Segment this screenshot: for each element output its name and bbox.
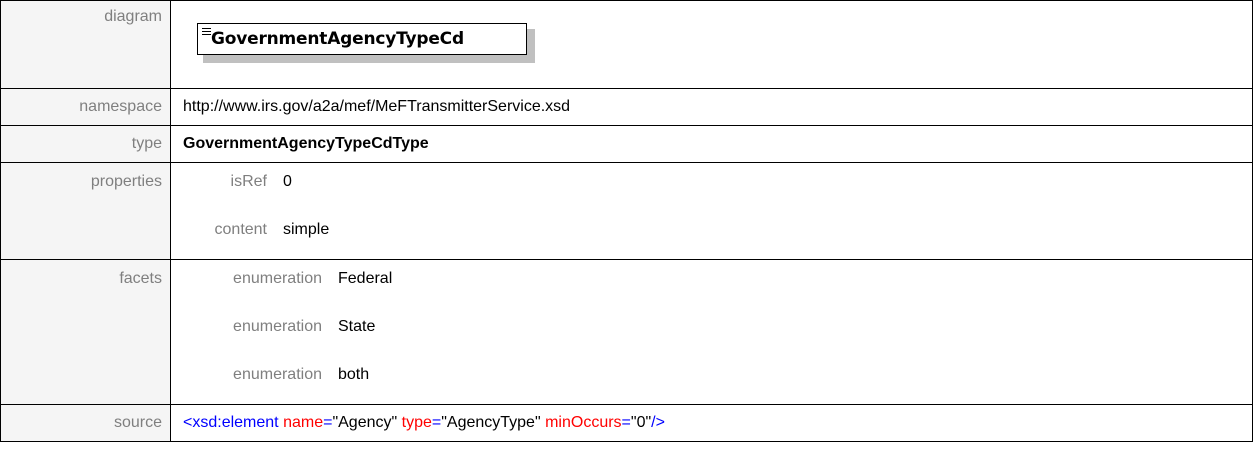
facet-row: enumeration State xyxy=(183,308,392,356)
source-code: <xsd:element name="Agency" type="AgencyT… xyxy=(170,404,1253,442)
xml-close-bracket: /> xyxy=(651,414,665,431)
xml-open-bracket: < xyxy=(183,414,193,431)
property-key: isRef xyxy=(230,173,267,190)
xml-attr-name: type xyxy=(401,414,432,431)
facet-key: enumeration xyxy=(233,318,322,335)
properties-table: isRef 0 content simple xyxy=(183,163,330,259)
xml-equals: = xyxy=(621,414,631,431)
facets-cell: enumeration Federal enumeration State en… xyxy=(170,259,1253,405)
source-label: source xyxy=(0,404,171,442)
properties-label: properties xyxy=(0,162,171,260)
facet-value: both xyxy=(338,366,370,383)
schema-doc-table: diagram GovernmentAgencyTypeCd namespace… xyxy=(0,0,1253,442)
property-row: content simple xyxy=(183,211,330,259)
xml-tag-name: xsd:element xyxy=(192,414,279,431)
property-row: isRef 0 xyxy=(183,163,329,211)
property-key: content xyxy=(214,221,267,238)
diagram-cell: GovernmentAgencyTypeCd xyxy=(170,0,1253,89)
row-source: source <xsd:element name="Agency" type="… xyxy=(0,404,1253,442)
facets-label: facets xyxy=(0,259,171,405)
facet-key: enumeration xyxy=(233,270,322,287)
type-link[interactable]: GovernmentAgencyTypeCdType xyxy=(183,135,429,152)
row-facets: facets enumeration Federal enumeration S… xyxy=(0,259,1253,405)
row-diagram: diagram GovernmentAgencyTypeCd xyxy=(0,0,1253,89)
type-cell: GovernmentAgencyTypeCdType xyxy=(170,125,1253,163)
diagram-label: diagram xyxy=(0,0,171,89)
element-box-name: GovernmentAgencyTypeCd xyxy=(211,29,464,49)
property-value: 0 xyxy=(283,173,292,190)
xml-equals: = xyxy=(431,414,442,431)
element-box[interactable]: GovernmentAgencyTypeCd xyxy=(197,23,527,55)
element-diagram: GovernmentAgencyTypeCd xyxy=(197,23,537,63)
namespace-label: namespace xyxy=(0,88,171,126)
facet-row: enumeration Federal xyxy=(183,260,392,308)
type-label: type xyxy=(0,125,171,163)
facets-table: enumeration Federal enumeration State en… xyxy=(183,260,392,404)
xml-attr-name: name xyxy=(283,414,324,431)
xml-attr-value: "Agency" xyxy=(332,414,398,431)
row-namespace: namespace http://www.irs.gov/a2a/mef/MeF… xyxy=(0,88,1253,126)
row-type: type GovernmentAgencyTypeCdType xyxy=(0,125,1253,163)
facet-key: enumeration xyxy=(233,366,322,383)
row-properties: properties isRef 0 content simple xyxy=(0,162,1253,260)
property-value: simple xyxy=(283,221,330,238)
facet-value: Federal xyxy=(338,270,393,287)
facet-value: State xyxy=(338,318,376,335)
facet-row: enumeration both xyxy=(183,356,392,404)
properties-cell: isRef 0 content simple xyxy=(170,162,1253,260)
xml-attr-value: "0" xyxy=(630,414,652,431)
xml-attr-name: minOccurs xyxy=(545,414,622,431)
namespace-value: http://www.irs.gov/a2a/mef/MeFTransmitte… xyxy=(170,88,1253,126)
xml-attr-value: "AgencyType" xyxy=(441,414,541,431)
